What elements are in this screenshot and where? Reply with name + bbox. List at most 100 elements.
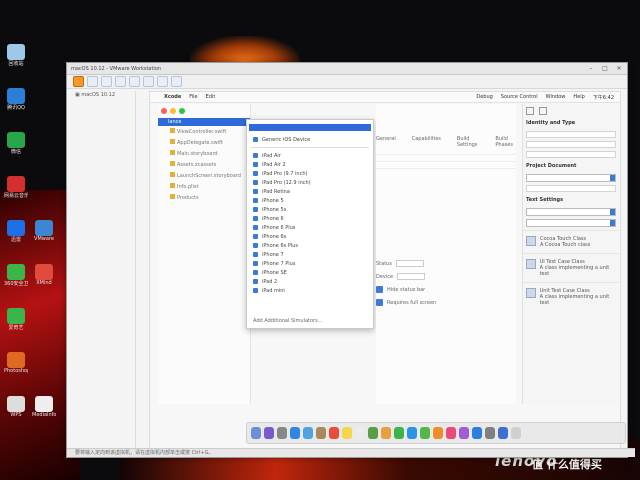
menu-window[interactable]: Window <box>546 94 566 101</box>
device-item[interactable]: iPad Pro (12.9 inch) <box>247 178 373 187</box>
type-field[interactable] <box>526 141 616 148</box>
maximize-icon[interactable]: □ <box>601 65 609 72</box>
library-row[interactable]: ▣ macOS 10.12 <box>73 91 135 99</box>
desktop-icon-iqiyi[interactable]: 爱奇艺 <box>4 308 28 331</box>
library-item[interactable]: UI Test Case Class A class implementing a… <box>523 253 619 282</box>
menu-source-control[interactable]: Source Control <box>501 94 538 101</box>
tab-build-settings[interactable]: Build Settings <box>457 136 480 148</box>
device-item[interactable]: iPhone 6 <box>247 214 373 223</box>
send-keys-icon[interactable] <box>87 76 98 87</box>
desktop-icon-xmind[interactable]: XMind <box>32 264 56 286</box>
navigator-root[interactable]: lance <box>158 118 250 126</box>
navigator-item[interactable]: AppDelegate.swift <box>158 137 250 148</box>
desktop-icon-photoshop[interactable]: Photoshop <box>4 352 28 374</box>
tab-build-phases[interactable]: Build Phases <box>495 136 516 148</box>
minimize-icon[interactable]: – <box>587 65 595 72</box>
keynote-icon[interactable] <box>433 427 443 439</box>
desktop-icon-vmware[interactable]: VMware <box>32 220 56 242</box>
snapshot-icon[interactable] <box>101 76 112 87</box>
desktop-icon-qq[interactable]: 腾讯QQ <box>4 88 28 111</box>
calendar-icon[interactable] <box>329 427 339 439</box>
device-item[interactable]: iPad mini <box>247 286 373 295</box>
itunes-icon[interactable] <box>446 427 456 439</box>
device-item[interactable]: iPad 2 <box>247 277 373 286</box>
version-field[interactable] <box>526 185 616 192</box>
contacts-icon[interactable] <box>316 427 326 439</box>
trash-icon[interactable] <box>511 427 521 439</box>
device-item[interactable]: iPad Air <box>247 151 373 160</box>
navigator-item[interactable]: Assets.xcassets <box>158 159 250 170</box>
desktop-icon-mediainfo[interactable]: MediaInfo <box>32 396 56 418</box>
menu-app-xcode[interactable]: Xcode <box>164 94 181 100</box>
tab-capabilities[interactable]: Capabilities <box>412 136 441 148</box>
navigator-item[interactable]: LaunchScreen.storyboard <box>158 170 250 181</box>
location-field[interactable] <box>526 151 616 158</box>
device-item[interactable]: iPhone SE <box>247 268 373 277</box>
zoom-window-icon[interactable] <box>179 108 185 114</box>
pause-icon[interactable] <box>73 76 84 87</box>
reminders-icon[interactable] <box>355 427 365 439</box>
notes-icon[interactable] <box>342 427 352 439</box>
name-field[interactable] <box>526 131 616 138</box>
device-item[interactable]: iPhone 5s <box>247 205 373 214</box>
messages-icon[interactable] <box>394 427 404 439</box>
hide-status-checkbox[interactable] <box>376 286 383 293</box>
line-endings-select[interactable] <box>526 219 616 227</box>
close-icon[interactable]: ✕ <box>615 65 623 72</box>
tab-general[interactable]: General <box>376 136 396 148</box>
device-item[interactable]: iPad Retina <box>247 187 373 196</box>
safari-icon[interactable] <box>290 427 300 439</box>
ibooks-icon[interactable] <box>459 427 469 439</box>
mail-icon[interactable] <box>303 427 313 439</box>
menu-debug[interactable]: Debug <box>476 94 492 101</box>
navigator-item[interactable]: Info.plist <box>158 181 250 192</box>
device-item[interactable]: iPhone 5 <box>247 196 373 205</box>
maps-icon[interactable] <box>368 427 378 439</box>
device-item[interactable]: iPhone 6s Plus <box>247 241 373 250</box>
menu-file[interactable]: File <box>189 94 197 100</box>
add-simulators-item[interactable]: Add Additional Simulators... <box>253 318 322 324</box>
photos-icon[interactable] <box>381 427 391 439</box>
file-inspector-icon[interactable] <box>526 107 534 115</box>
close-window-icon[interactable] <box>161 108 167 114</box>
manage-snapshots-icon[interactable] <box>129 76 140 87</box>
minimize-window-icon[interactable] <box>170 108 176 114</box>
desktop-icon-recycle[interactable]: 回收站 <box>4 44 28 67</box>
siri-icon[interactable] <box>264 427 274 439</box>
menu-edit[interactable]: Edit <box>206 94 216 100</box>
device-item[interactable]: iPhone 6s <box>247 232 373 241</box>
full-screen-checkbox[interactable] <box>376 299 383 306</box>
navigator-item[interactable]: Products <box>158 192 250 203</box>
navigator-item[interactable]: ViewController.swift <box>158 126 250 137</box>
device-item[interactable]: iPhone 7 <box>247 250 373 259</box>
status-field[interactable] <box>395 260 424 267</box>
device-item[interactable]: iPhone 6 Plus <box>247 223 373 232</box>
device-field[interactable] <box>397 273 426 280</box>
desktop-icon-thunder[interactable]: 迅雷 <box>4 220 28 243</box>
app-store-icon[interactable] <box>472 427 482 439</box>
quick-help-icon[interactable] <box>539 107 547 115</box>
navigator-item[interactable]: Main.storyboard <box>158 148 250 159</box>
facetime-icon[interactable] <box>407 427 417 439</box>
host-titlebar[interactable]: macOS 10.12 - VMware Workstation – □ ✕ <box>67 63 627 75</box>
fullscreen-icon[interactable] <box>143 76 154 87</box>
desktop-icon-music[interactable]: 网易云音乐 <box>4 176 28 199</box>
device-item[interactable]: iPad Pro (9.7 inch) <box>247 169 373 178</box>
desktop-icon-wps[interactable]: WPS <box>4 396 28 418</box>
menu-help[interactable]: Help <box>573 94 584 101</box>
mac-guest-screen[interactable]: Xcode File Edit Debug Source Control Win… <box>149 91 626 451</box>
library-item[interactable]: Cocoa Touch Class A Cocoa Touch class <box>523 230 619 253</box>
finder-icon[interactable] <box>251 427 261 439</box>
desktop-icon-wechat[interactable]: 微信 <box>4 132 28 155</box>
format-select[interactable] <box>526 174 616 182</box>
view-icon[interactable] <box>171 76 182 87</box>
device-item[interactable]: iPhone 7 Plus <box>247 259 373 268</box>
xcode-icon[interactable] <box>498 427 508 439</box>
device-item[interactable]: iPad Air 2 <box>247 160 373 169</box>
unity-icon[interactable] <box>157 76 168 87</box>
numbers-icon[interactable] <box>420 427 430 439</box>
encoding-select[interactable] <box>526 208 616 216</box>
system-preferences-icon[interactable] <box>485 427 495 439</box>
desktop-icon-360[interactable]: 360安全卫士 <box>4 264 28 287</box>
dropdown-highlight[interactable] <box>249 124 371 131</box>
